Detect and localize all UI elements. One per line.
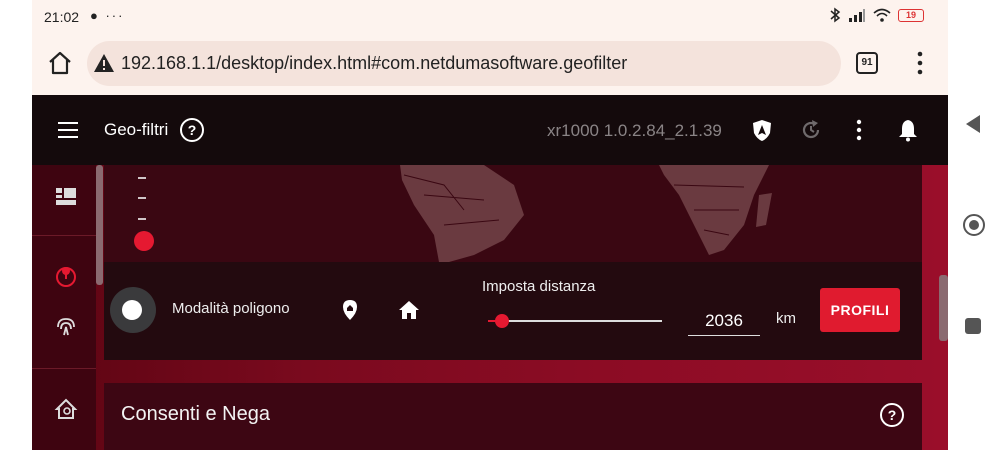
firmware-version: xr1000 1.0.2.84_2.1.39 — [547, 121, 722, 140]
notification-icons: ● ··· — [90, 8, 125, 23]
browser-menu-icon[interactable] — [912, 50, 928, 76]
recent-apps-icon[interactable] — [965, 318, 981, 334]
screen: 21:02 ● ··· 19 192.168.1.1/desktop/index… — [0, 0, 1000, 450]
polygon-mode-label: Modalità poligono — [172, 300, 290, 317]
battery-icon: 19 — [898, 8, 924, 22]
location-pin-icon[interactable] — [338, 298, 362, 322]
warning-icon[interactable] — [93, 53, 115, 73]
url-text[interactable]: 192.168.1.1/desktop/index.html#com.netdu… — [121, 53, 627, 74]
more-vert-icon[interactable] — [847, 118, 871, 142]
world-map[interactable] — [104, 165, 922, 262]
geo-controls-panel: Modalità poligono Imposta distanza km PR… — [104, 262, 922, 360]
distance-slider-track[interactable] — [488, 320, 662, 322]
home-shield-icon[interactable] — [54, 397, 78, 421]
menu-icon[interactable] — [58, 122, 78, 138]
fingerprint-icon[interactable] — [54, 315, 78, 339]
sidebar-scrollbar[interactable] — [96, 165, 103, 285]
allow-deny-card: Consenti e Nega ? — [104, 383, 922, 450]
browser-home-icon[interactable] — [46, 49, 74, 77]
bell-icon[interactable] — [896, 118, 920, 142]
page-scrollbar[interactable] — [939, 275, 948, 341]
legend-tick — [138, 197, 146, 199]
back-icon[interactable] — [965, 114, 981, 134]
side-nav — [32, 165, 103, 450]
dashboard-icon[interactable] — [54, 185, 78, 209]
card-help-icon[interactable]: ? — [880, 403, 904, 427]
page-title: Geo-filtri — [104, 120, 169, 139]
main-content: Modalità poligono Imposta distanza km PR… — [32, 165, 948, 450]
card-title: Consenti e Nega — [121, 403, 270, 425]
legend-tick — [138, 177, 146, 179]
distance-slider-thumb[interactable] — [494, 314, 509, 328]
address-bar[interactable]: 192.168.1.1/desktop/index.html#com.netdu… — [87, 41, 841, 86]
sidebar-divider — [32, 368, 96, 369]
legend-tick — [138, 218, 146, 220]
distance-unit: km — [776, 310, 796, 327]
bluetooth-icon — [830, 7, 841, 23]
toggle-knob[interactable] — [122, 300, 142, 320]
home-icon[interactable] — [397, 298, 421, 322]
refresh-icon[interactable] — [799, 118, 823, 142]
tab-switcher-button[interactable]: 91 — [856, 52, 878, 74]
home-location-marker[interactable] — [134, 231, 154, 251]
help-icon[interactable]: ? — [180, 118, 204, 142]
status-bar: 21:02 ● ··· 19 — [32, 0, 948, 34]
map-land-shapes — [400, 165, 772, 262]
home-circle-icon[interactable] — [962, 213, 986, 237]
browser-toolbar: 192.168.1.1/desktop/index.html#com.netdu… — [32, 34, 948, 95]
system-nav-bar — [948, 0, 1000, 450]
wifi-icon — [873, 8, 891, 22]
status-right-icons: 19 — [829, 7, 924, 23]
sidebar-divider — [32, 235, 96, 236]
distance-input[interactable] — [688, 306, 760, 336]
status-time: 21:02 — [44, 9, 80, 25]
signal-icon — [849, 9, 865, 22]
app-header: Geo-filtri ? xr1000 1.0.2.84_2.1.39 — [32, 95, 948, 165]
profiles-button[interactable]: PROFILI — [820, 288, 900, 332]
shield-icon[interactable] — [750, 118, 774, 142]
geo-joystick-icon[interactable] — [54, 263, 78, 287]
distance-label: Imposta distanza — [482, 278, 596, 295]
polygon-mode-toggle[interactable] — [110, 287, 156, 333]
